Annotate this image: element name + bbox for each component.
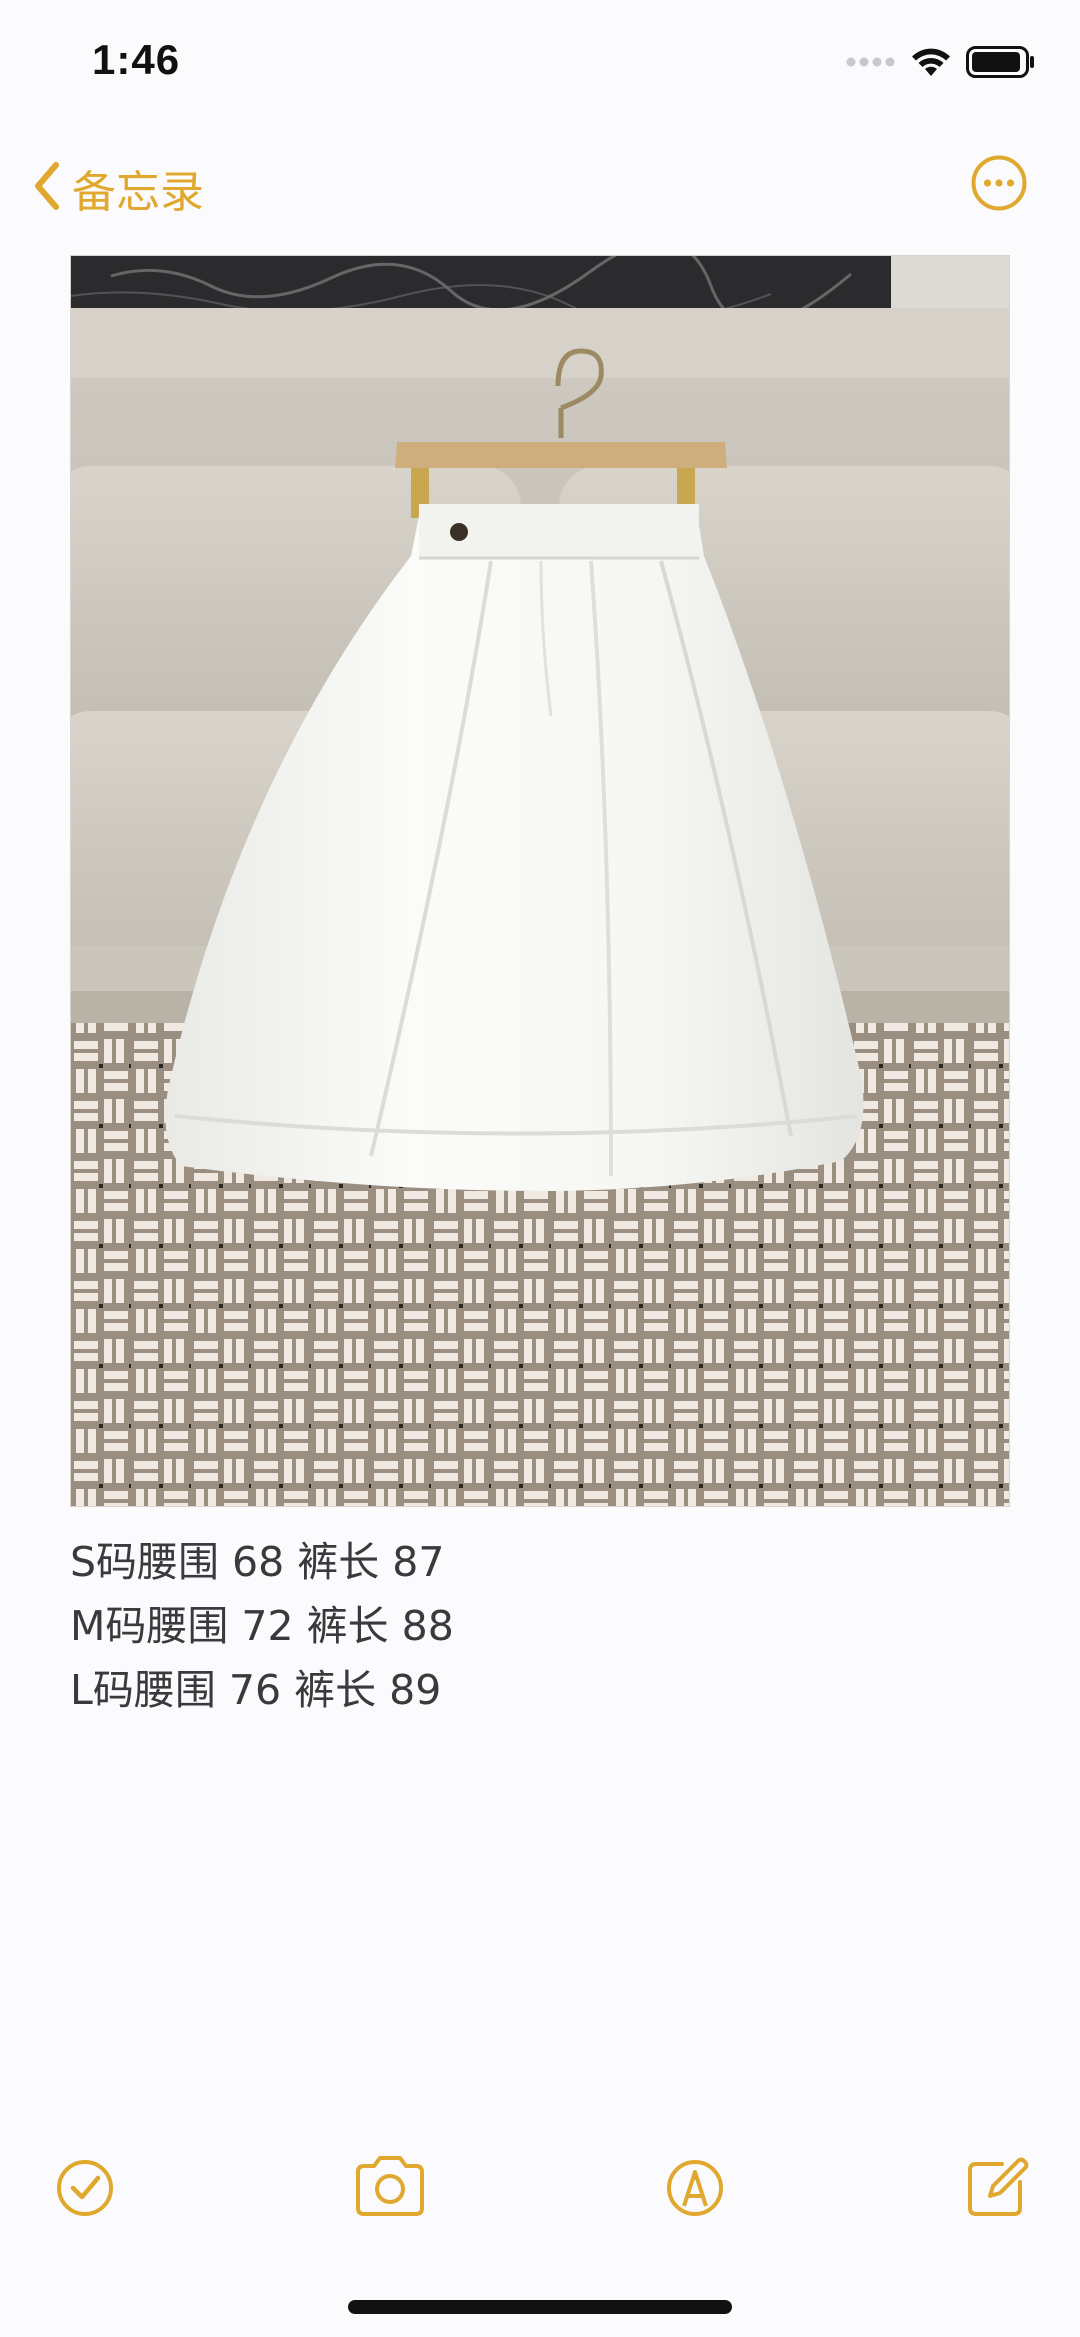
checklist-icon — [50, 2160, 120, 2224]
camera-icon — [352, 2156, 428, 2224]
home-indicator[interactable] — [348, 2300, 732, 2314]
note-body[interactable]: S码腰围 68 裤长 87 M码腰围 72 裤长 88 L码腰围 76 裤长 8… — [70, 1530, 1010, 1722]
back-button[interactable]: 备忘录 — [30, 156, 204, 220]
compose-button[interactable] — [962, 2150, 1032, 2220]
checklist-button[interactable] — [50, 2150, 120, 2220]
bottom-toolbar — [0, 2150, 1080, 2230]
camera-button[interactable] — [352, 2150, 428, 2220]
status-icons — [846, 46, 1036, 83]
note-photo[interactable] — [70, 255, 1010, 1507]
note-line-s: S码腰围 68 裤长 87 — [70, 1538, 445, 1586]
markup-button[interactable] — [660, 2150, 730, 2220]
nav-bar: 备忘录 — [0, 140, 1080, 230]
signal-dots-icon — [846, 55, 896, 74]
compose-icon — [962, 2157, 1032, 2224]
note-line-m: M码腰围 72 裤长 88 — [70, 1602, 454, 1650]
note-line-l: L码腰围 76 裤长 89 — [70, 1666, 442, 1714]
chevron-left-icon — [30, 159, 62, 218]
status-time: 1:46 — [92, 36, 181, 83]
status-bar: 1:46 — [0, 0, 1080, 130]
ellipsis-circle-icon — [970, 155, 1028, 216]
notes-screen: 1:46 备忘录 S码腰围 68 裤长 87 M码腰围 72 裤长 88 L码腰… — [0, 0, 1080, 2337]
wifi-icon — [910, 46, 952, 83]
markup-pen-icon — [660, 2160, 730, 2224]
battery-icon — [966, 46, 1036, 83]
back-label: 备忘录 — [72, 167, 204, 218]
more-button[interactable] — [970, 154, 1028, 212]
